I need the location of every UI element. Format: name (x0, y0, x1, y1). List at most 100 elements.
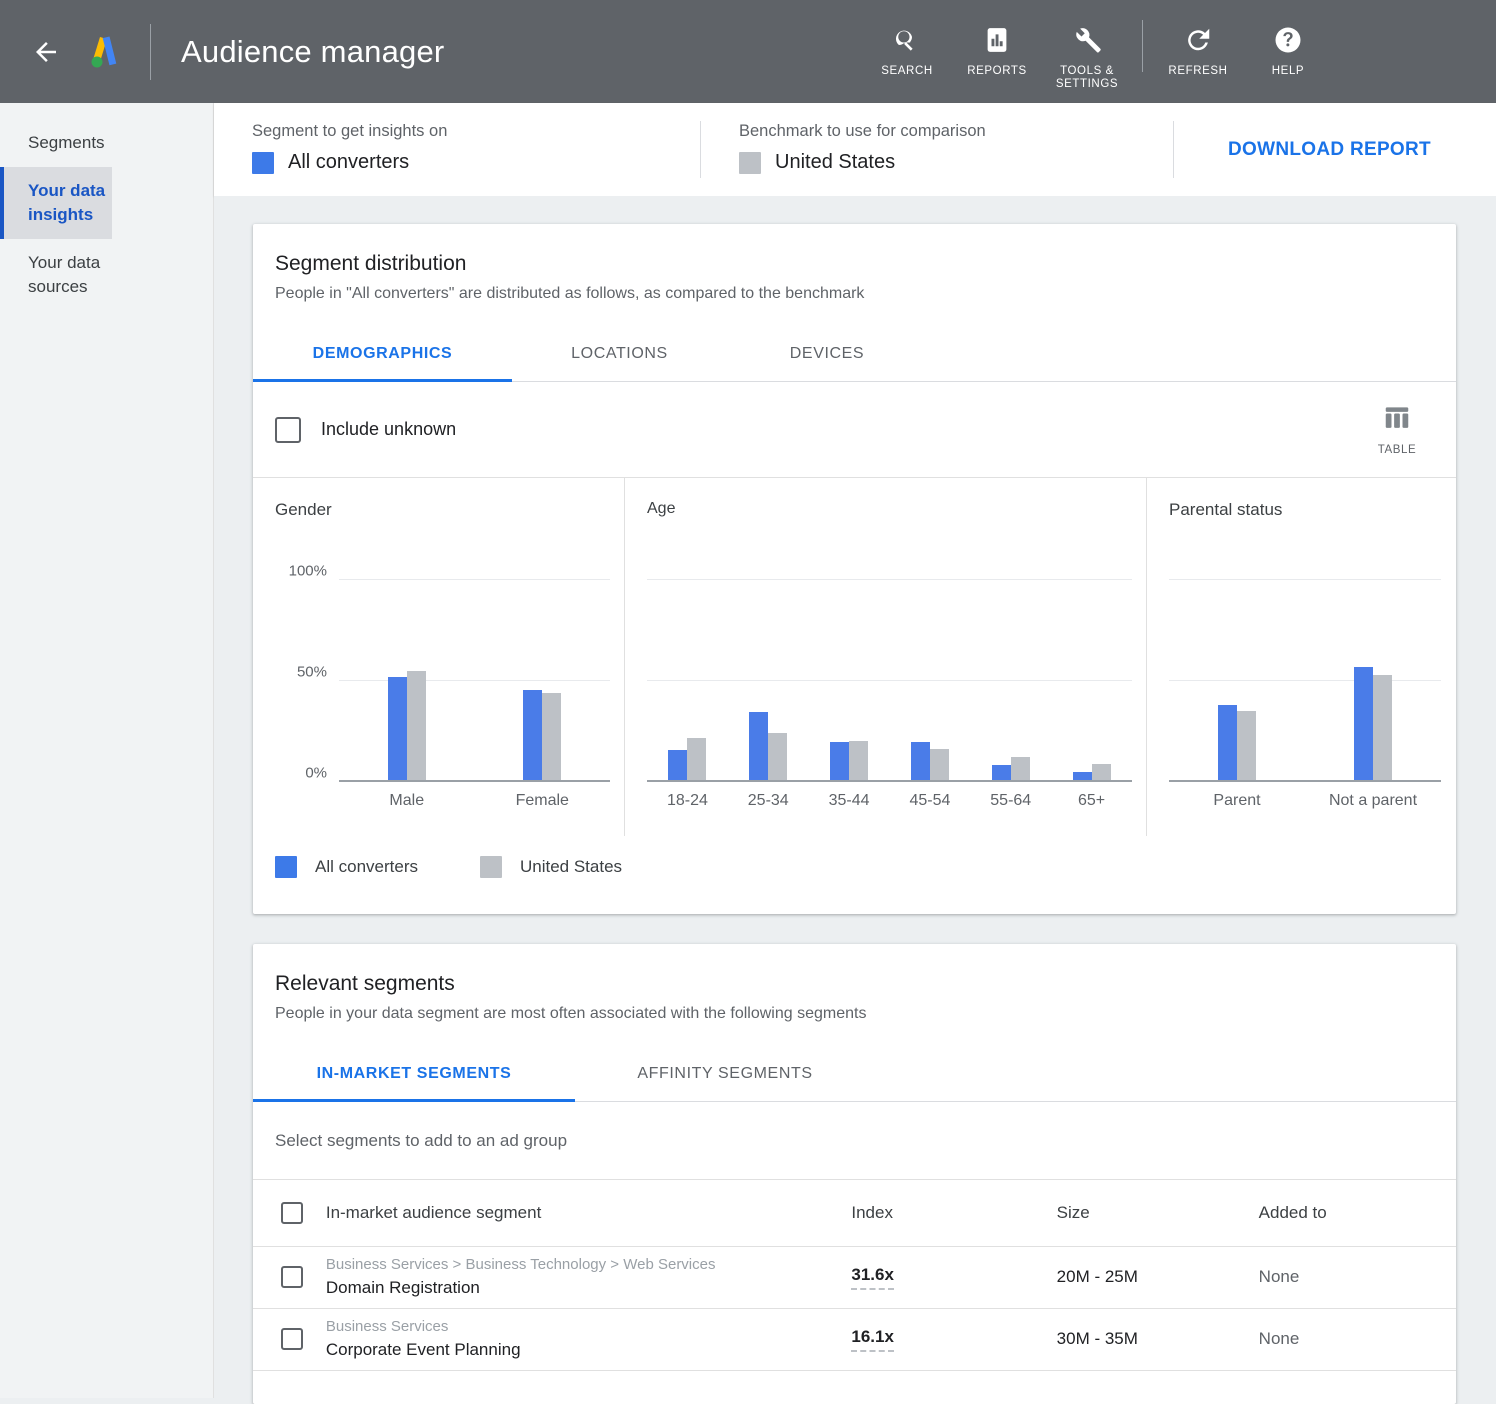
chart-bars (339, 550, 610, 780)
chart-bar-group (475, 550, 611, 780)
chart-bar[interactable] (929, 748, 949, 780)
column-header-index[interactable]: Index (850, 1180, 1056, 1247)
sidebar-item-your-data-sources[interactable]: Your data sources (0, 239, 112, 311)
chart-y-tick-label: 0% (305, 764, 327, 782)
tab-in-market-segments[interactable]: IN-MARKET SEGMENTS (253, 1051, 575, 1102)
row-size-value: 20M - 25M (1055, 1246, 1251, 1309)
chart-bar[interactable] (387, 677, 407, 780)
chart-x-tick-label: Parent (1213, 792, 1261, 809)
chart-bar-group (1305, 550, 1441, 780)
chart-x-axis (339, 780, 610, 782)
segment-color-swatch (252, 151, 274, 174)
search-button-label: SEARCH (881, 65, 933, 77)
tab-devices[interactable]: DEVICES (727, 331, 927, 382)
tab-demographics[interactable]: DEMOGRAPHICS (253, 331, 512, 382)
page-title: Audience manager (181, 34, 445, 69)
row-segment-cell: Business Services Corporate Event Planni… (324, 1308, 851, 1371)
column-header-segment[interactable]: In-market audience segment (324, 1180, 851, 1247)
table-row[interactable]: Business Services Corporate Event Planni… (253, 1308, 1456, 1371)
row-index-cell: 31.6x (850, 1246, 1056, 1309)
chart-parental-status-plot: Parent Not a parent (1169, 550, 1441, 809)
reports-button[interactable]: REPORTS (952, 16, 1042, 78)
sidebar-item-your-data-insights[interactable]: Your data insights (0, 167, 112, 239)
search-icon (892, 22, 922, 58)
chart-x-tick-label: Female (515, 792, 569, 809)
chart-bar[interactable] (1072, 771, 1092, 780)
chart-gender-title: Gender (275, 500, 332, 519)
table-body: Business Services > Business Technology … (253, 1246, 1456, 1371)
table-header-row: In-market audience segment Index Size Ad… (253, 1180, 1456, 1247)
row-index-value: 31.6x (851, 1265, 894, 1290)
relevant-segments-card: Relevant segments People in your data se… (253, 944, 1456, 1404)
chart-bar[interactable] (1373, 675, 1392, 780)
chart-bar[interactable] (768, 732, 788, 780)
row-segment-name: Corporate Event Planning (325, 1339, 521, 1359)
tools-settings-button[interactable]: TOOLS & SETTINGS (1042, 16, 1132, 91)
chart-x-tick-label: 55-64 (990, 792, 1032, 809)
chart-x-tick-label: Male (389, 792, 425, 809)
back-arrow-icon[interactable] (24, 30, 68, 74)
chart-bar[interactable] (687, 737, 707, 780)
legend-swatch-all-converters (275, 856, 297, 878)
chart-bar[interactable] (1091, 763, 1111, 780)
chart-bar-group (728, 550, 809, 780)
chart-bar[interactable] (1237, 711, 1256, 780)
chart-bar[interactable] (749, 712, 769, 780)
row-index-cell: 16.1x (850, 1308, 1056, 1371)
legend-label-united-states: United States (519, 857, 623, 876)
chart-bar[interactable] (406, 671, 426, 780)
chart-parental-status: Parental status Parent Not a parent (1147, 478, 1455, 836)
chart-bar[interactable] (910, 741, 930, 780)
table-icon (1382, 403, 1412, 438)
chart-x-tick-label: 25-34 (747, 792, 789, 809)
tab-locations[interactable]: LOCATIONS (512, 331, 727, 382)
chart-bar[interactable] (849, 740, 869, 780)
column-header-added-to[interactable]: Added to (1250, 1180, 1456, 1247)
download-report-button[interactable]: DOWNLOAD REPORT (1174, 103, 1496, 196)
chart-bar[interactable] (830, 741, 850, 780)
table-header: In-market audience segment Index Size Ad… (253, 1180, 1456, 1247)
segment-selector-label: Segment to get insights on (252, 122, 448, 140)
refresh-icon (1183, 22, 1213, 58)
benchmark-selector[interactable]: Benchmark to use for comparison United S… (701, 103, 1173, 196)
tab-affinity-segments[interactable]: AFFINITY SEGMENTS (575, 1051, 875, 1102)
app-bar-actions-divider (1142, 20, 1143, 72)
segment-selector-value-row: All converters (252, 151, 700, 174)
table-view-button-label: TABLE (1377, 444, 1417, 456)
row-checkbox[interactable] (281, 1328, 303, 1350)
chart-bar-group (339, 550, 475, 780)
relevant-segments-title: Relevant segments (275, 972, 455, 995)
row-checkbox[interactable] (281, 1266, 303, 1288)
column-header-size[interactable]: Size (1055, 1180, 1251, 1247)
chart-y-tick-label: 100% (288, 562, 327, 580)
include-unknown-control[interactable]: Include unknown (275, 416, 456, 443)
chart-bar[interactable] (1010, 756, 1030, 780)
row-segment-breadcrumb: Business Services (325, 1317, 449, 1335)
chart-bar[interactable] (523, 690, 543, 780)
sidebar-item-segments-label: Segments (28, 133, 105, 152)
benchmark-color-swatch (739, 151, 761, 174)
refresh-button[interactable]: REFRESH (1153, 16, 1243, 78)
help-button[interactable]: HELP (1243, 16, 1333, 78)
include-unknown-checkbox[interactable] (275, 416, 301, 443)
table-view-button[interactable]: TABLE (1362, 403, 1432, 456)
chart-bar[interactable] (1218, 705, 1237, 780)
chart-y-tick-label: 50% (296, 663, 327, 681)
segment-selector[interactable]: Segment to get insights on All converter… (214, 103, 700, 196)
chart-bar-group (1169, 550, 1305, 780)
distribution-options-row: Include unknown TABLE (253, 382, 1456, 478)
select-all-header-cell (253, 1180, 325, 1247)
select-all-checkbox[interactable] (281, 1201, 303, 1224)
sidebar-item-segments[interactable]: Segments (0, 119, 213, 167)
chart-bar[interactable] (1354, 667, 1373, 780)
chart-bar[interactable] (668, 749, 688, 780)
search-button[interactable]: SEARCH (862, 16, 952, 78)
chart-bar[interactable] (991, 764, 1011, 780)
chart-bar-group (970, 550, 1051, 780)
segment-distribution-title: Segment distribution (275, 252, 467, 275)
chart-x-labels: Parent Not a parent (1169, 792, 1441, 810)
relevant-segments-header: Relevant segments People in your data se… (253, 944, 1456, 1025)
table-row[interactable]: Business Services > Business Technology … (253, 1246, 1456, 1309)
app-bar: Audience manager SEARCH REPORTS TOOLS & … (0, 0, 1496, 103)
chart-bar[interactable] (542, 693, 562, 780)
